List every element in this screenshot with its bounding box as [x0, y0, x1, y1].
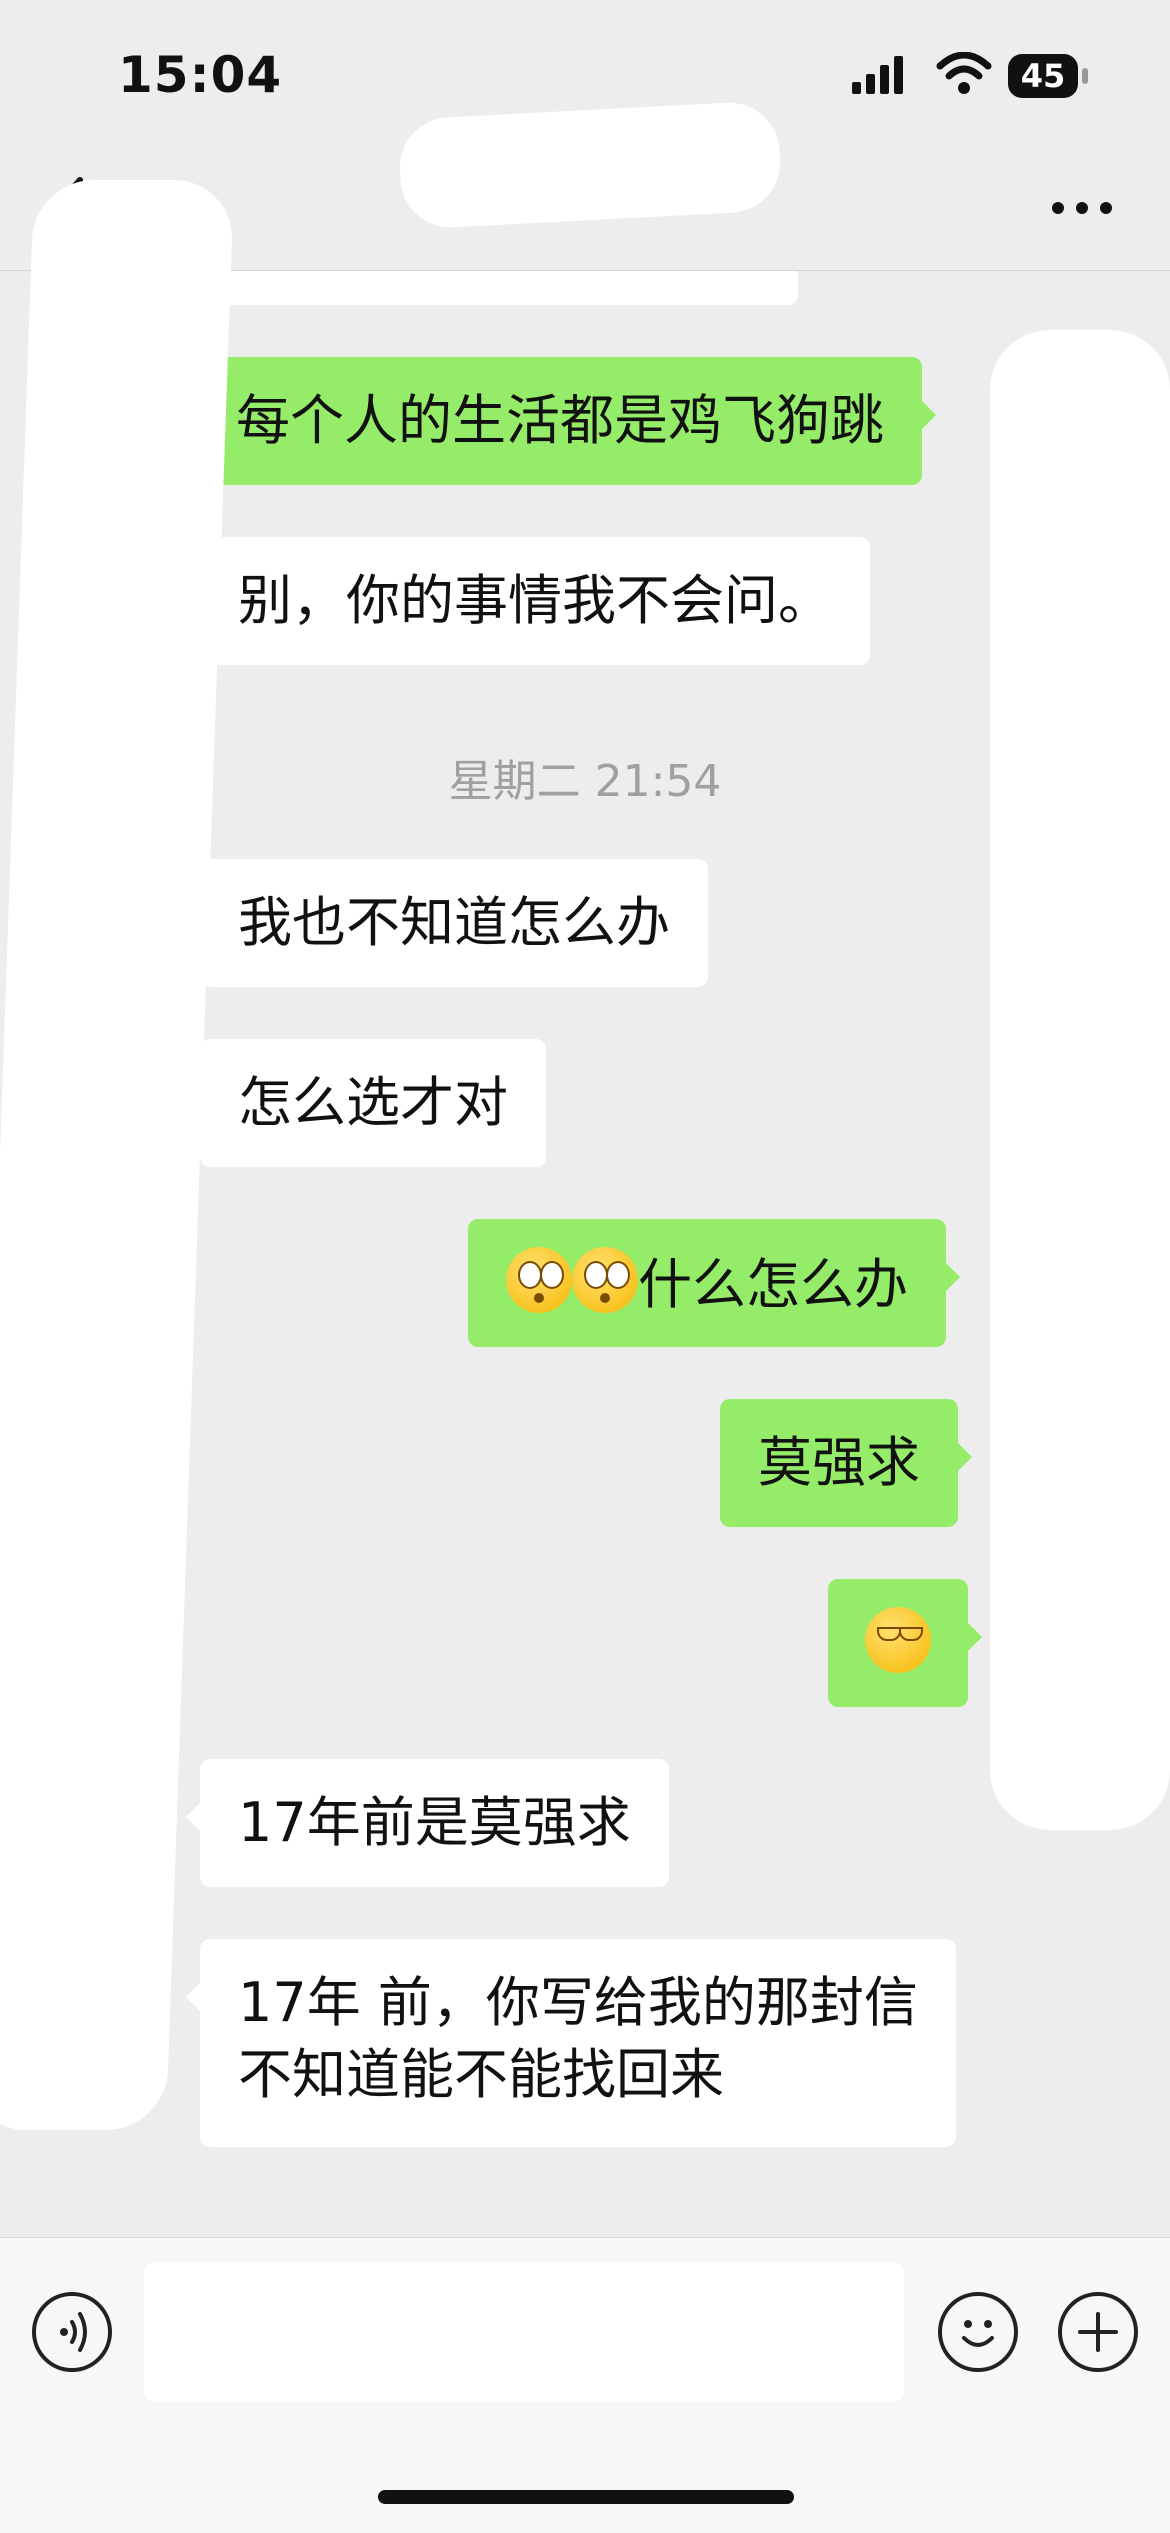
message-bubble-outgoing[interactable]: 莫强求 [720, 1399, 972, 1527]
message-input[interactable] [144, 2262, 904, 2402]
flushed-face-emoji-icon [506, 1247, 572, 1313]
message-text: 怎么选才对 [238, 1071, 508, 1134]
message-text: 别，你的事情我不会问。 [238, 569, 832, 632]
plus-icon [1078, 2312, 1118, 2352]
message-bubble-partial[interactable] [186, 271, 798, 305]
timestamp-partial [0, 2221, 1170, 2237]
message-text: 莫强求 [758, 1431, 920, 1494]
message-bubble-incoming[interactable]: 17年前是莫强求 [186, 1759, 669, 1887]
plus-button[interactable] [1058, 2292, 1138, 2372]
status-time: 15:04 [118, 46, 283, 104]
cellular-signal-icon [852, 56, 903, 94]
message-text: 每个人的生活都是鸡飞狗跳 [236, 389, 884, 452]
battery-cap [1082, 68, 1088, 84]
message-bubble-incoming[interactable]: 怎么选才对 [186, 1039, 546, 1167]
redaction-mark [990, 330, 1170, 1830]
hand-over-mouth-emoji-icon [865, 1607, 931, 1673]
home-indicator [378, 2490, 794, 2504]
message-text: 17年前是莫强求 [238, 1791, 631, 1854]
message-bubble-incoming[interactable]: 17年 前，你写给我的那封信 不知道能不能找回来 [186, 1939, 956, 2147]
more-dots-icon[interactable] [1050, 200, 1114, 216]
flushed-face-emoji-icon [572, 1247, 638, 1313]
message-bubble-outgoing[interactable]: 什么怎么办 [468, 1219, 960, 1347]
voice-button[interactable] [32, 2292, 112, 2372]
redaction-mark [397, 100, 783, 230]
wifi-icon [936, 52, 992, 94]
message-bubble-outgoing[interactable]: 每个人的生活都是鸡飞狗跳 [198, 357, 936, 485]
input-bar [0, 2237, 1170, 2533]
message-bubble-incoming[interactable]: 我也不知道怎么办 [186, 859, 708, 987]
emoji-icon [962, 2320, 994, 2347]
message-bubble-incoming[interactable]: 别，你的事情我不会问。 [186, 537, 870, 665]
message-bubble-outgoing-emoji[interactable] [828, 1579, 982, 1707]
message-text-line: 17年 前，你写给我的那封信 [238, 1971, 918, 2034]
message-text-line: 不知道能不能找回来 [238, 2043, 724, 2106]
battery-indicator: 45 [1008, 54, 1078, 98]
emoji-button[interactable] [938, 2292, 1018, 2372]
message-text: 什么怎么办 [638, 1253, 908, 1316]
message-text: 我也不知道怎么办 [238, 891, 670, 954]
voice-icon [60, 2312, 87, 2352]
